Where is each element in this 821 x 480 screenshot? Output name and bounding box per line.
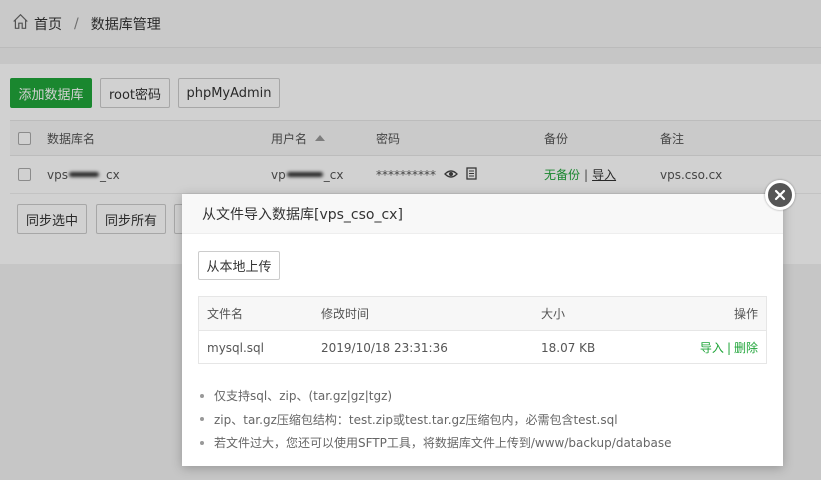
list-item: 仅支持sql、zip、(tar.gz|gz|tgz) bbox=[200, 384, 770, 408]
list-item: zip、tar.gz压缩包结构：test.zip或test.tar.gz压缩包内… bbox=[200, 408, 770, 432]
col-mtime: 修改时间 bbox=[321, 307, 370, 321]
import-modal: 从文件导入数据库[vps_cso_cx] 从本地上传 文件名 修改时间 大小 操… bbox=[182, 194, 783, 466]
file-table-header: 文件名 修改时间 大小 操作 bbox=[199, 297, 766, 331]
separator: | bbox=[726, 340, 731, 355]
mtime-cell: 2019/10/18 23:31:36 bbox=[321, 340, 448, 355]
close-icon bbox=[774, 189, 786, 201]
list-item: 若文件过大，您还可以使用SFTP工具，将数据库文件上传到/www/backup/… bbox=[200, 431, 770, 455]
action-cell: 导入 | 删除 bbox=[700, 331, 758, 364]
file-delete-link[interactable]: 删除 bbox=[734, 339, 758, 356]
file-name-cell: mysql.sql bbox=[207, 340, 265, 355]
modal-header: 从文件导入数据库[vps_cso_cx] bbox=[182, 194, 783, 234]
file-table: 文件名 修改时间 大小 操作 mysql.sql 2019/10/18 23:3… bbox=[198, 296, 767, 364]
col-size: 大小 bbox=[541, 307, 566, 321]
table-row: mysql.sql 2019/10/18 23:31:36 18.07 KB 导… bbox=[199, 331, 766, 364]
col-file-name: 文件名 bbox=[207, 307, 244, 321]
file-import-link[interactable]: 导入 bbox=[700, 339, 724, 356]
upload-local-button[interactable]: 从本地上传 bbox=[198, 251, 280, 280]
close-button[interactable] bbox=[765, 180, 795, 210]
tips-list: 仅支持sql、zip、(tar.gz|gz|tgz) zip、tar.gz压缩包… bbox=[200, 384, 770, 455]
size-cell: 18.07 KB bbox=[541, 340, 596, 355]
modal-title: 从文件导入数据库[vps_cso_cx] bbox=[202, 206, 403, 223]
col-action: 操作 bbox=[733, 307, 758, 321]
